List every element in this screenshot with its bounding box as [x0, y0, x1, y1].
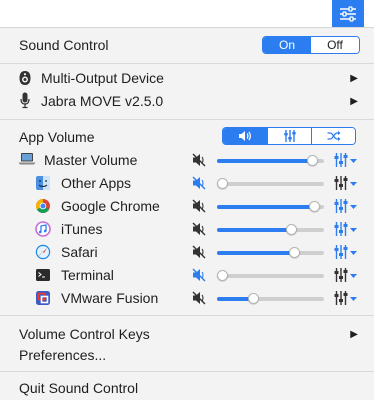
laptop-icon: [18, 152, 36, 168]
equalizer-dropdown-icon[interactable]: [334, 175, 360, 191]
microphone-icon: [20, 92, 30, 109]
volume-slider-knob[interactable]: [307, 155, 318, 166]
vmware-icon: [35, 290, 51, 306]
safari-icon: [35, 244, 51, 260]
mute-icon[interactable]: [192, 153, 208, 167]
sound-control-menu: Sound Control On Off Multi-Output Device…: [0, 27, 374, 400]
app-label: VMware Fusion: [61, 290, 159, 306]
shuffle-icon: [327, 131, 340, 141]
equalizer-dropdown-icon[interactable]: [334, 152, 360, 168]
app-label: Safari: [61, 244, 98, 260]
volume-slider-knob[interactable]: [248, 293, 259, 304]
app-volume-mode-tabs: [222, 127, 356, 145]
volume-slider-fill: [217, 251, 294, 255]
separator: [0, 119, 374, 120]
submenu-arrow-icon: ▶: [350, 95, 358, 107]
volume-slider[interactable]: [217, 155, 324, 166]
submenu-arrow-icon: ▶: [350, 72, 358, 84]
app-volume-label: App Volume: [19, 129, 95, 145]
volume-slider[interactable]: [217, 201, 324, 212]
quit-label: Quit Sound Control: [19, 380, 139, 396]
volume-slider-fill: [217, 205, 314, 209]
volume-slider-knob[interactable]: [289, 247, 300, 258]
volume-slider-knob[interactable]: [309, 201, 320, 212]
volume-slider[interactable]: [217, 224, 324, 235]
equalizer-tab[interactable]: [267, 128, 311, 144]
equalizer-dropdown-icon[interactable]: [334, 244, 360, 260]
volume-slider[interactable]: [217, 270, 324, 281]
menubar-sound-control-icon[interactable]: [332, 0, 364, 27]
volume-control-keys-item[interactable]: Volume Control Keys ▶: [0, 323, 374, 345]
sound-control-label: Sound Control: [19, 37, 109, 53]
app-label: Google Chrome: [61, 198, 160, 214]
app-volume-row: Safari: [0, 241, 374, 264]
mute-icon[interactable]: [192, 222, 208, 236]
submenu-arrow-icon: ▶: [350, 328, 358, 340]
volume-slider-fill: [217, 228, 291, 232]
equalizer-dropdown-icon[interactable]: [334, 221, 360, 237]
app-volume-row: Master Volume: [0, 149, 374, 172]
app-volume-row: VMware Fusion: [0, 287, 374, 310]
volume-control-keys-label: Volume Control Keys: [19, 326, 150, 342]
device-item-multi-output[interactable]: Multi-Output Device ▶: [0, 67, 374, 89]
volume-slider[interactable]: [217, 293, 324, 304]
finder-icon: [35, 175, 51, 191]
volume-slider-knob[interactable]: [217, 178, 228, 189]
equalizer-dropdown-icon[interactable]: [334, 290, 360, 306]
app-volume-row: Google Chrome: [0, 195, 374, 218]
app-volume-row: Other Apps: [0, 172, 374, 195]
app-label: iTunes: [61, 221, 103, 237]
speaker-icon: [19, 71, 31, 85]
app-volume-row: Terminal: [0, 264, 374, 287]
equalizer-dropdown-icon[interactable]: [334, 198, 360, 214]
volume-slider-knob[interactable]: [286, 224, 297, 235]
preferences-label: Preferences...: [19, 347, 107, 363]
app-label: Terminal: [61, 267, 114, 283]
device-item-jabra[interactable]: Jabra MOVE v2.5.0 ▶: [0, 90, 374, 112]
volume-slider-knob[interactable]: [217, 270, 228, 281]
volume-slider[interactable]: [217, 247, 324, 258]
on-button[interactable]: On: [263, 37, 311, 53]
mute-icon[interactable]: [192, 268, 208, 282]
device-label: Jabra MOVE v2.5.0: [41, 93, 164, 109]
mute-icon[interactable]: [192, 291, 208, 305]
volume-slider[interactable]: [217, 178, 324, 189]
separator: [0, 63, 374, 64]
sound-control-toggle: On Off: [262, 36, 360, 54]
mute-icon[interactable]: [192, 199, 208, 213]
sliders-icon: [340, 5, 356, 22]
itunes-icon: [35, 221, 51, 237]
mute-icon[interactable]: [192, 176, 208, 190]
separator: [0, 315, 374, 316]
app-volume-row: iTunes: [0, 218, 374, 241]
preferences-item[interactable]: Preferences...: [0, 344, 374, 366]
shuffle-tab[interactable]: [311, 128, 355, 144]
device-label: Multi-Output Device: [41, 70, 164, 86]
volume-tab[interactable]: [223, 128, 267, 144]
equalizer-icon: [283, 130, 296, 142]
volume-slider-fill: [217, 159, 312, 163]
separator: [0, 371, 374, 372]
equalizer-dropdown-icon[interactable]: [334, 267, 360, 283]
off-button[interactable]: Off: [311, 37, 359, 53]
chrome-icon: [35, 198, 51, 214]
speaker-volume-icon: [239, 131, 251, 141]
mute-icon[interactable]: [192, 245, 208, 259]
terminal-icon: [35, 267, 51, 283]
app-label: Master Volume: [44, 152, 138, 168]
quit-item[interactable]: Quit Sound Control: [0, 377, 374, 399]
app-label: Other Apps: [61, 175, 132, 191]
